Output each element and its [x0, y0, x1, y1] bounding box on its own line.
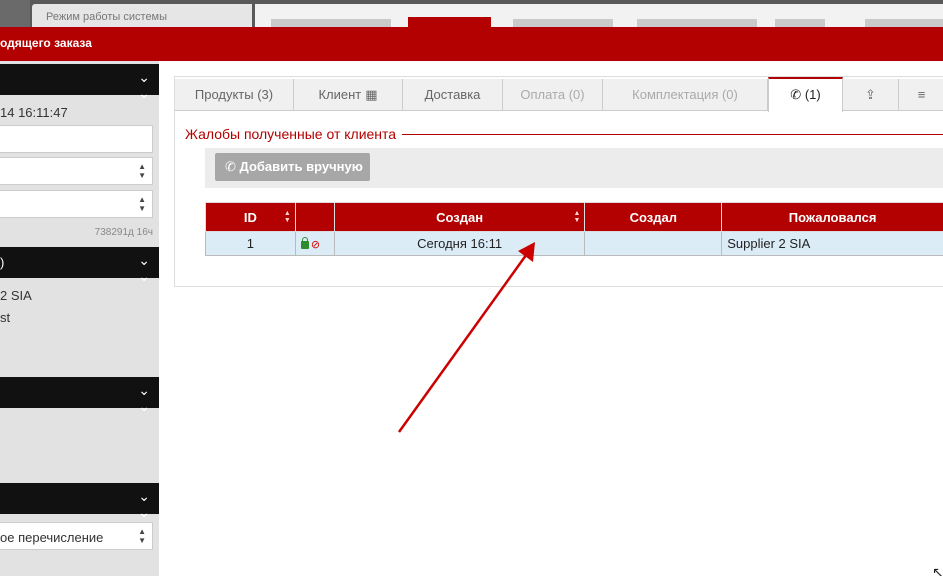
select-arrows-icon: ▲ ▼	[138, 527, 146, 545]
column-creator[interactable]: Создал	[584, 202, 723, 232]
column-creator-label: Создал	[629, 209, 677, 225]
payment-select[interactable]: ое перечисление ▲ ▼	[0, 522, 153, 550]
table-header-row: ID ▲ ▼ Создан ▲ ▼ Создал Пожаловался	[205, 202, 943, 232]
tab-complaints-label: (1)	[804, 87, 821, 102]
phone-icon: ✆	[225, 159, 236, 174]
cell-id: 1	[205, 231, 296, 256]
tab-upload[interactable]: ⇪	[843, 79, 899, 111]
tab-packing[interactable]: Комплектация (0)	[603, 79, 768, 111]
cell-flags: ⊘	[294, 231, 335, 256]
mouse-cursor-icon: ↖	[932, 564, 943, 576]
complaints-title: Жалобы полученные от клиента	[185, 126, 403, 142]
hamburger-icon: ≡	[917, 87, 926, 102]
chevron-double-down-icon[interactable]: ⌄ ⌄	[138, 488, 150, 520]
left-select-1[interactable]: ▲ ▼	[0, 157, 153, 185]
complaints-legend: Жалобы полученные от клиента	[185, 126, 943, 142]
tab-menu[interactable]: ≡	[899, 79, 943, 111]
column-flags	[294, 202, 335, 232]
cell-complainer: Supplier 2 SIA	[721, 231, 943, 256]
tab-delivery-label: Доставка	[424, 87, 481, 102]
tab-products[interactable]: Продукты (3)	[175, 79, 294, 111]
add-manually-button[interactable]: ✆ Добавить вручную	[215, 153, 370, 181]
section-bar-2[interactable]: ) ⌄ ⌄	[0, 247, 159, 284]
phone-icon: ✆	[790, 87, 802, 102]
column-id-label: ID	[243, 209, 257, 225]
menu-item-active[interactable]	[408, 17, 491, 27]
section-bar-2-label: )	[0, 255, 5, 270]
menu-item-3[interactable]	[513, 19, 613, 27]
complaints-toolbar: ✆ Добавить вручную	[205, 148, 943, 188]
upload-icon: ⇪	[865, 87, 876, 102]
tab-products-label: Продукты (3)	[194, 87, 274, 102]
lock-icon	[300, 236, 309, 249]
left-input[interactable]	[0, 125, 153, 153]
main-panel: Продукты (3) Клиент ▦ Доставка Оплата (0)…	[174, 76, 943, 287]
menu-item-6[interactable]	[865, 19, 943, 27]
cell-created: Сегодня 16:11	[333, 231, 586, 256]
menu-item-4[interactable]	[637, 19, 757, 27]
sort-icon: ▲ ▼	[573, 210, 581, 224]
payment-select-value: ое перечисление	[0, 530, 104, 545]
supplier-text: 2 SIA	[0, 288, 32, 303]
tab-packing-label: Комплектация (0)	[632, 87, 738, 102]
system-mode-box[interactable]: Режим работы системы	[32, 4, 252, 27]
left-panel: ⌄ ⌄ 14 16:11:47 ▲ ▼ ▲ ▼ 738291д 16ч ) ⌄ ⌄ 2 …	[0, 61, 159, 576]
column-id[interactable]: ID ▲ ▼	[205, 202, 296, 232]
chevron-double-down-icon[interactable]: ⌄ ⌄	[138, 69, 150, 101]
tab-payment[interactable]: Оплата (0)	[503, 79, 603, 111]
tab-delivery[interactable]: Доставка	[403, 79, 503, 111]
tab-payment-label: Оплата (0)	[520, 87, 585, 102]
tab-client-label: Клиент	[318, 87, 362, 102]
top-navigation: Режим работы системы	[0, 0, 943, 27]
cell-creator	[584, 231, 723, 256]
complaints-table: ID ▲ ▼ Создан ▲ ▼ Создал Пожаловался 1 ⊘ Сег…	[205, 202, 943, 256]
order-title: одящего заказа	[0, 36, 92, 50]
st-text: st	[0, 310, 11, 325]
tab-client[interactable]: Клиент ▦	[294, 79, 403, 111]
left-small-text: 738291д 16ч	[94, 227, 153, 238]
main-menu	[255, 4, 943, 27]
top-left-tab[interactable]	[0, 0, 30, 27]
select-arrows-icon: ▲ ▼	[138, 162, 146, 180]
eye-slash-icon: ⊘	[310, 239, 321, 252]
left-select-2[interactable]: ▲ ▼	[0, 190, 153, 218]
add-manually-label: Добавить вручную	[239, 159, 363, 174]
chevron-double-down-icon[interactable]: ⌄ ⌄	[138, 252, 150, 284]
order-header: одящего заказа	[0, 27, 943, 61]
select-arrows-icon: ▲ ▼	[138, 195, 146, 213]
system-mode-label: Режим работы системы	[46, 11, 168, 23]
menu-item-5[interactable]	[775, 19, 825, 27]
section-bar-3[interactable]: ⌄ ⌄	[0, 377, 159, 414]
menu-item-1[interactable]	[271, 19, 391, 27]
column-complainer[interactable]: Пожаловался	[721, 202, 943, 232]
tab-complaints[interactable]: ✆ (1)	[768, 77, 843, 112]
tab-bar: Продукты (3) Клиент ▦ Доставка Оплата (0)…	[175, 77, 943, 112]
section-bar-1[interactable]: ⌄ ⌄	[0, 64, 159, 101]
section-bar-4[interactable]: ⌄ ⌄	[0, 483, 159, 520]
table-row[interactable]: 1 ⊘ Сегодня 16:11 Supplier 2 SIA	[205, 231, 943, 256]
chevron-double-down-icon[interactable]: ⌄ ⌄	[138, 382, 150, 414]
column-complainer-label: Пожаловался	[788, 209, 877, 225]
sort-icon: ▲ ▼	[283, 210, 291, 224]
column-created[interactable]: Создан ▲ ▼	[333, 202, 586, 232]
order-datetime: 14 16:11:47	[0, 105, 68, 120]
column-created-label: Создан	[436, 209, 484, 225]
building-icon: ▦	[365, 87, 378, 102]
